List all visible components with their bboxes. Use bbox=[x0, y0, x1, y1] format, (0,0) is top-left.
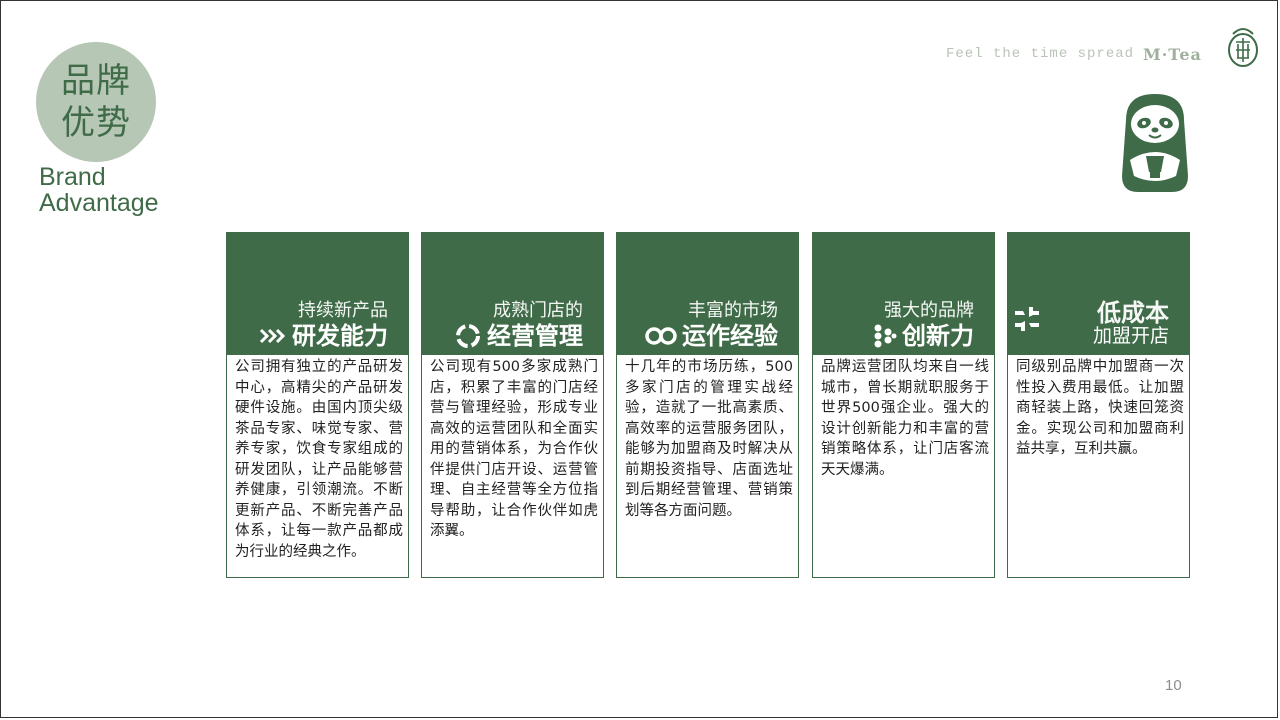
slogan: Feel the time spread bbox=[946, 46, 1135, 62]
card-title: 创新力 bbox=[902, 322, 974, 350]
brand-seal-icon bbox=[1228, 28, 1258, 67]
card-innovation: 强大的品牌 创新力 品牌运营团队均来自一线城市，曾长期就职服务于世界500强企业… bbox=[812, 232, 995, 578]
card-low-cost: 低成本 加盟开店 同级别品牌中加盟商一次性投入费用最低。让加盟商轻装上路，快速回… bbox=[1007, 232, 1190, 578]
title-circle: 品牌 优势 bbox=[36, 42, 156, 162]
page-number: 10 bbox=[1165, 677, 1182, 694]
card-body: 品牌运营团队均来自一线城市，曾长期就职服务于世界500强企业。强大的设计创新能力… bbox=[821, 359, 989, 478]
card-header: 成熟门店的 经营管理 bbox=[422, 233, 603, 355]
title-en: Brand Advantage bbox=[39, 164, 159, 216]
title-zh-line1: 品牌 bbox=[61, 61, 131, 101]
card-title: 运作经验 bbox=[682, 322, 778, 350]
title-en-line1: Brand bbox=[39, 163, 106, 191]
title-zh-line2: 优势 bbox=[61, 103, 131, 143]
card-subtitle: 成熟门店的 bbox=[493, 300, 583, 321]
card-store-management: 成熟门店的 经营管理 公司现有500多家成熟门店，积累了丰富的门店经营与管理经验… bbox=[421, 232, 604, 578]
card-title: 经营管理 bbox=[487, 322, 583, 350]
card-header: 低成本 加盟开店 bbox=[1008, 233, 1189, 355]
title-en-line2: Advantage bbox=[39, 189, 159, 217]
molecule-icon bbox=[870, 322, 898, 350]
card-title: 研发能力 bbox=[292, 322, 388, 350]
card-body: 同级别品牌中加盟商一次性投入费用最低。让加盟商轻装上路，快速回笼资金。实现公司和… bbox=[1016, 359, 1184, 457]
card-body: 公司拥有独立的产品研发中心，高精尖的产品研发硬件设施。由国内顶尖级茶品专家、味觉… bbox=[235, 359, 403, 560]
sloth-mascot-icon bbox=[1122, 94, 1188, 192]
card-header: 强大的品牌 创新力 bbox=[813, 233, 994, 355]
double-chevron-right-icon bbox=[258, 327, 288, 345]
card-body: 公司现有500多家成熟门店，积累了丰富的门店经营与管理经验，形成专业高效的运营团… bbox=[430, 359, 598, 539]
cross-blocks-icon bbox=[1013, 305, 1041, 333]
brand-wordmark: M·Tea bbox=[1143, 45, 1202, 64]
card-market-experience: 丰富的市场 运作经验 十几年的市场历练，500多家门店的管理实战经验，造就了一批… bbox=[616, 232, 799, 578]
infinity-icon bbox=[644, 325, 678, 347]
card-subtitle: 持续新产品 bbox=[298, 300, 388, 321]
card-rnd: 持续新产品 研发能力 公司拥有独立的产品研发中心，高精尖的产品研发硬件设施。由国… bbox=[226, 232, 409, 578]
card-subtitle: 丰富的市场 bbox=[688, 300, 778, 321]
card-title: 加盟开店 bbox=[1092, 325, 1169, 347]
card-body: 十几年的市场历练，500多家门店的管理实战经验，造就了一批高素质、高效率的运营服… bbox=[625, 359, 793, 519]
card-subtitle: 强大的品牌 bbox=[884, 300, 974, 321]
card-header: 持续新产品 研发能力 bbox=[227, 233, 408, 355]
card-header: 丰富的市场 运作经验 bbox=[617, 233, 798, 355]
cycle-arrows-icon bbox=[453, 321, 483, 351]
